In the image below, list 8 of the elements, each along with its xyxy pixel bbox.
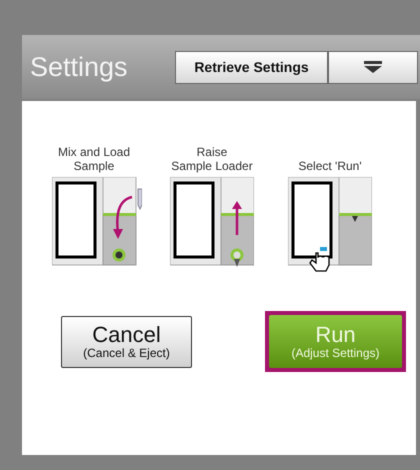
settings-title: Settings — [30, 52, 129, 82]
dropdown-button[interactable] — [328, 50, 418, 84]
step-label: Mix and Load Sample — [56, 144, 132, 173]
step-label: Select 'Run' — [297, 158, 363, 173]
cancel-button[interactable]: Cancel (Cancel & Eject) — [61, 316, 192, 368]
menu-caret-icon — [364, 61, 382, 73]
retrieve-settings-button[interactable]: Retrieve Settings — [175, 50, 328, 84]
step-label: Raise Sample Loader — [170, 144, 254, 173]
